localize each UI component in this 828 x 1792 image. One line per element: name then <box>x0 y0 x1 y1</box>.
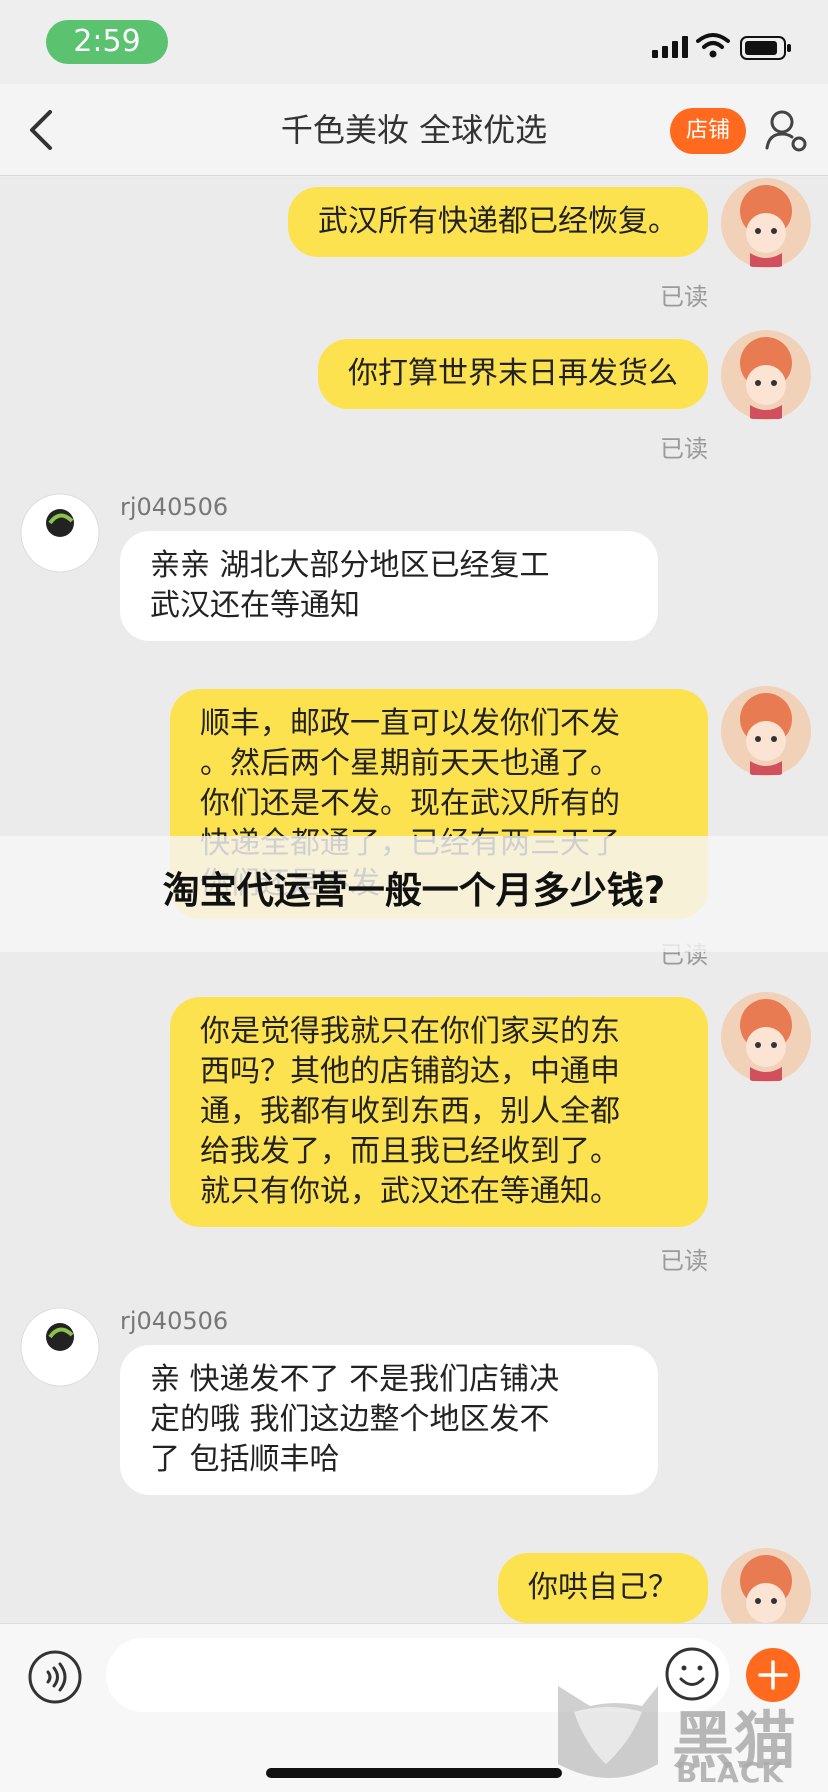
sender-name: rj040506 <box>120 493 229 521</box>
back-chevron-icon[interactable] <box>22 106 62 154</box>
outgoing-message[interactable]: 你是觉得我就只在你们家买的东 西吗？其他的店铺韵达，中通申 通，我都有收到东西，… <box>170 997 708 1227</box>
sender-name: rj040506 <box>120 1307 229 1335</box>
status-time: 2:59 <box>46 20 168 64</box>
chat-header: 千色美妆 全球优选 店铺 <box>0 84 828 176</box>
incoming-message[interactable]: 亲亲 湖北大部分地区已经复工 武汉还在等通知 <box>120 531 658 641</box>
shop-button[interactable]: 店铺 <box>670 108 746 154</box>
outgoing-message[interactable]: 你打算世界末日再发货么 <box>318 339 708 409</box>
read-status: 已读 <box>660 283 708 311</box>
user-avatar[interactable] <box>720 685 812 777</box>
page-title: 千色美妆 全球优选 <box>280 111 548 149</box>
cellular-signal-icon <box>652 36 688 58</box>
shop-avatar[interactable] <box>20 493 100 573</box>
shop-avatar[interactable] <box>20 1307 100 1387</box>
read-status: 已读 <box>660 435 708 463</box>
incoming-message[interactable]: 亲 快递发不了 不是我们店铺决 定的哦 我们这边整个地区发不 了 包括顺丰哈 <box>120 1345 658 1495</box>
user-avatar[interactable] <box>720 991 812 1083</box>
wifi-icon <box>696 33 730 58</box>
profile-gear-icon[interactable] <box>764 106 808 154</box>
voice-icon[interactable] <box>28 1650 82 1704</box>
battery-icon <box>740 36 791 60</box>
user-avatar[interactable] <box>720 1547 812 1623</box>
user-avatar[interactable] <box>720 177 812 269</box>
user-avatar[interactable] <box>720 329 812 421</box>
watermark-subtext: BLACK CAT <box>676 1756 785 1792</box>
outgoing-message[interactable]: 武汉所有快递都已经恢复。 <box>288 187 708 257</box>
home-indicator <box>266 1768 562 1778</box>
read-status: 已读 <box>660 1247 708 1275</box>
overlay-title: 淘宝代运营一般一个月多少钱? <box>162 869 666 912</box>
outgoing-message[interactable]: 你哄自己？ <box>498 1553 708 1623</box>
